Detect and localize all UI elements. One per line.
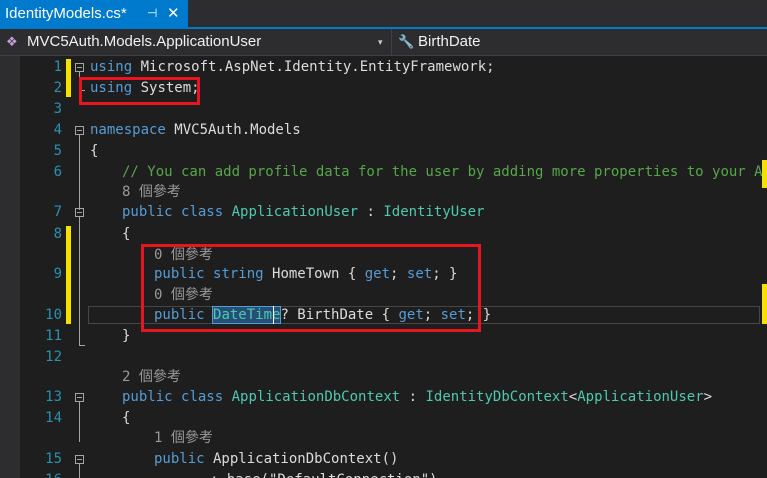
line-number: 4 — [53, 122, 62, 138]
code-text: MVC5Auth.Models — [165, 122, 301, 138]
outline-guide — [79, 464, 80, 478]
line-number: 12 — [45, 349, 62, 365]
code-line-4: namespace MVC5Auth.Models — [90, 120, 301, 140]
type-name: IdentityUser — [383, 204, 485, 220]
keyword: public — [154, 451, 205, 467]
keyword: public — [122, 204, 173, 220]
member-selector-value: BirthDate — [418, 33, 481, 50]
code-text: > — [703, 389, 713, 405]
navigation-bar: ❖ MVC5Auth.Models.ApplicationUser ▾ 🔧 Bi… — [0, 29, 767, 56]
keyword: using — [90, 59, 133, 75]
collapse-icon[interactable] — [75, 63, 84, 72]
code-line-13: public class ApplicationDbContext : Iden… — [122, 387, 712, 407]
tab-bar: IdentityModels.cs* ⊣ ✕ — [0, 0, 767, 29]
collapse-icon[interactable] — [75, 126, 84, 135]
reference-lens[interactable]: 8 個參考 — [122, 182, 181, 202]
code-comment: // You can add profile data for the user… — [122, 164, 767, 180]
change-indicator — [66, 59, 71, 97]
line-number: 3 — [53, 101, 62, 117]
code-text: : — [400, 389, 426, 405]
chevron-down-icon[interactable]: ▾ — [378, 29, 383, 55]
reference-lens[interactable]: 2 個參考 — [122, 367, 181, 387]
annotation-box-using-system — [79, 77, 200, 105]
type-name: ApplicationDbContext — [231, 389, 401, 405]
line-number: 15 — [45, 451, 62, 467]
line-number: 6 — [53, 164, 62, 180]
reference-lens[interactable]: 1 個參考 — [154, 428, 213, 448]
tab-identitymodels[interactable]: IdentityModels.cs* ⊣ ✕ — [0, 0, 188, 27]
code-line-15: public ApplicationDbContext() — [154, 449, 398, 469]
outline-guide — [79, 217, 80, 345]
scrollbar-change-marker — [762, 160, 767, 188]
code-text: < — [568, 389, 578, 405]
class-selector-value: MVC5Auth.Models.ApplicationUser — [27, 33, 262, 50]
line-number: 1 — [53, 59, 62, 75]
change-indicator — [66, 226, 71, 324]
class-icon: ❖ — [6, 34, 18, 49]
scrollbar-change-marker — [762, 284, 767, 324]
selection-margin — [0, 56, 20, 478]
line-number: 11 — [45, 328, 62, 344]
close-icon[interactable]: ✕ — [167, 0, 180, 27]
code-line-1: using Microsoft.AspNet.Identity.EntityFr… — [90, 57, 495, 77]
code-line-16-partial: : base("DefaultConnection") — [210, 470, 438, 478]
line-number: 16 — [20, 470, 62, 478]
pin-icon[interactable]: ⊣ — [147, 0, 157, 27]
collapse-icon[interactable] — [75, 455, 84, 464]
code-text: : — [358, 204, 384, 220]
line-number: 7 — [53, 204, 62, 220]
keyword: class — [181, 389, 224, 405]
collapse-icon[interactable] — [75, 208, 84, 217]
outline-guide — [79, 402, 80, 442]
line-number: 9 — [53, 266, 62, 282]
code-line-8: { — [122, 226, 131, 242]
keyword: class — [181, 204, 224, 220]
collapse-icon[interactable] — [75, 393, 84, 402]
code-text: Microsoft.AspNet.Identity.EntityFramewor… — [132, 59, 495, 75]
outline-guide — [79, 135, 80, 210]
code-line-11: } — [122, 328, 131, 344]
wrench-icon: 🔧 — [398, 34, 415, 49]
line-number: 2 — [53, 80, 62, 96]
line-number: 5 — [53, 143, 62, 159]
code-line-7: public class ApplicationUser : IdentityU… — [122, 202, 485, 222]
code-line-14: { — [122, 410, 131, 426]
tab-title: IdentityModels.cs* — [5, 5, 127, 22]
type-name: ApplicationUser — [231, 204, 359, 220]
type-name: IdentityDbContext — [425, 389, 569, 405]
line-number: 13 — [45, 389, 62, 405]
line-number: 14 — [45, 410, 62, 426]
line-number: 8 — [53, 226, 62, 242]
code-line-5: { — [90, 143, 99, 159]
code-editor[interactable]: 1 2 3 4 5 6 7 8 9 10 11 12 13 14 15 16 u… — [0, 56, 767, 478]
code-text: ApplicationDbContext() — [204, 451, 399, 467]
line-number: 10 — [45, 307, 62, 323]
keyword: namespace — [90, 122, 166, 138]
class-selector[interactable]: ❖ MVC5Auth.Models.ApplicationUser ▾ — [0, 29, 392, 55]
annotation-box-properties — [141, 244, 481, 332]
keyword: public — [122, 389, 173, 405]
type-name: ApplicationUser — [577, 389, 704, 405]
outline-guide — [79, 345, 85, 346]
